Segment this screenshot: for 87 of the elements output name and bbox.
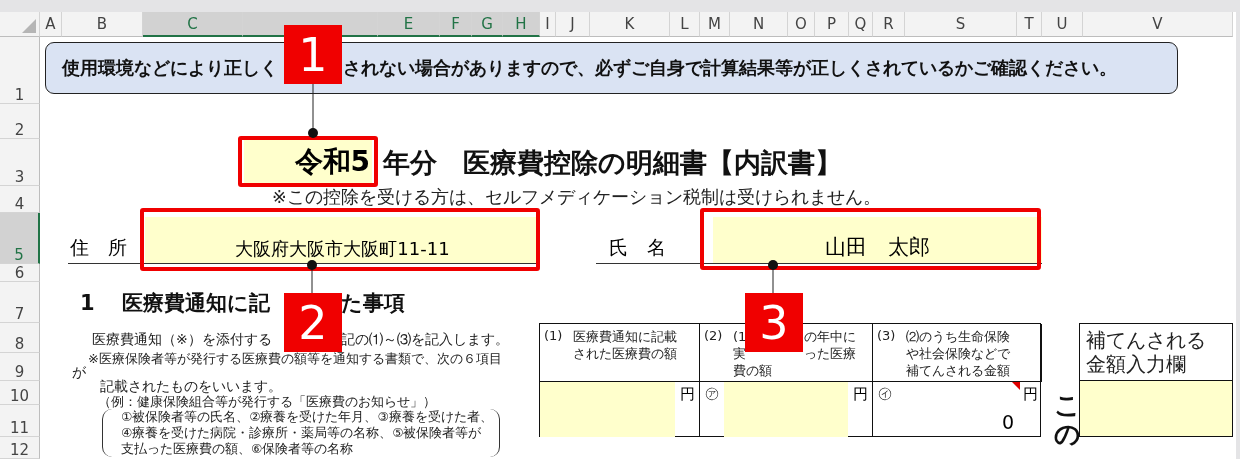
column-header[interactable]: J [556, 12, 590, 37]
notice-text: 使用環境などにより正しく [62, 56, 279, 80]
column-header[interactable]: G [472, 12, 503, 37]
column-header[interactable]: C [143, 12, 243, 37]
supplement-label: 金額入力欄 [1086, 352, 1187, 376]
row-header[interactable]: 10 [0, 381, 40, 405]
column-header[interactable]: K [590, 12, 670, 37]
list-text: ④療養を受けた病院・診療所・薬局等の名称、⑤被保険者等が [121, 425, 483, 441]
column-header[interactable]: L [670, 12, 700, 37]
row-header[interactable]: 12 [0, 437, 40, 459]
heading-number: (3) [877, 328, 897, 345]
row-header[interactable]: 7 [0, 282, 40, 323]
column-header[interactable]: V [1083, 12, 1233, 37]
name-label: 氏 名 [608, 235, 667, 260]
amount-value: 0 [1001, 411, 1014, 433]
item-mark: ㋐ [704, 384, 720, 403]
column-header[interactable]: A [40, 12, 62, 37]
column-header[interactable]: N [730, 12, 788, 37]
corner-triangle-icon [22, 19, 36, 33]
comment-indicator-icon[interactable] [1012, 382, 1020, 390]
note-text: 医療費通知（※）を添付する [92, 331, 273, 349]
column-header[interactable]: T [1017, 12, 1042, 37]
note-text: （例：健康保険組合等が発行する「医療費のお知らせ」） [98, 393, 436, 410]
note-text: が [72, 363, 86, 382]
row-header[interactable]: 6 [0, 264, 40, 282]
leader-line [306, 259, 318, 294]
unit-label: 円 [851, 384, 869, 405]
amount-field[interactable]: 0 [897, 382, 1018, 437]
column-header[interactable]: U [1042, 12, 1083, 37]
column-header[interactable]: E [378, 12, 440, 37]
heading-text: った医療 [804, 345, 856, 362]
heading-number: (1) [544, 328, 564, 345]
heading-text: の年中に [804, 328, 856, 345]
row-header[interactable]: 5 [0, 213, 40, 264]
list-text: ①被保険者等の氏名、②療養を受けた年月、③療養を受けた者、 [121, 409, 494, 425]
column-header[interactable]: Q [849, 12, 873, 37]
column-header[interactable]: R [873, 12, 905, 37]
heading-text: 補てんされる金額 [906, 362, 1010, 379]
column-header[interactable]: B [62, 12, 143, 37]
supplement-field[interactable] [1080, 381, 1232, 436]
unit-label: 円 [678, 384, 696, 405]
vertical-text: この [1054, 391, 1080, 451]
column-header[interactable]: P [815, 12, 849, 37]
row-header[interactable]: 2 [0, 104, 40, 139]
callout-tooltip: 1 [284, 25, 342, 84]
unit-label: 円 [1021, 384, 1039, 405]
amount-field[interactable] [540, 382, 675, 437]
note-text: 記載されたものをいいます。 [100, 378, 282, 395]
heading-text: 費の額 [733, 362, 772, 379]
subtitle-note: ※この控除を受ける方は、セルフメディケーション税制は受けられません。 [271, 187, 881, 208]
heading-text: ⑵のうち生命保険 [906, 328, 1010, 345]
column-header[interactable]: I [540, 12, 556, 37]
row-header[interactable]: 8 [0, 323, 40, 353]
row-header[interactable]: 11 [0, 405, 40, 437]
row-header[interactable]: 1 [0, 37, 40, 104]
amount-field[interactable] [724, 382, 848, 437]
year-suffix: 年分 [383, 145, 437, 180]
heading-text: 実 [733, 345, 747, 362]
callout-tooltip: 3 [745, 293, 803, 352]
column-header[interactable]: H [503, 12, 540, 37]
callout-tooltip: 2 [284, 293, 342, 352]
heading-number: (2) [704, 328, 724, 345]
supplement-label: 補てんされる [1086, 328, 1207, 352]
select-all-corner[interactable] [0, 12, 40, 37]
column-header[interactable]: M [700, 12, 730, 37]
row-header[interactable]: 9 [0, 353, 40, 381]
leader-line [767, 259, 779, 294]
document-title: 医療費控除の明細書【内訳書】 [463, 145, 842, 180]
list-text: 支払った医療費の額、⑥保険者等の名称 [121, 441, 355, 457]
column-header[interactable]: F [440, 12, 472, 37]
address-label: 住 所 [69, 235, 128, 260]
heading-text: 医療費通知に記載 [573, 328, 677, 345]
section-title: 医療費通知に記 [122, 289, 271, 317]
note-text: ※医療保険者等が発行する医療費の額等を通知する書類で、次の６項目 [88, 350, 502, 368]
name-field[interactable]: 山田 太郎 [713, 217, 1042, 263]
heading-text: された医療費の額 [573, 345, 677, 362]
heading-text: (1 [733, 328, 748, 345]
column-header[interactable]: S [905, 12, 1017, 37]
row-header[interactable]: 3 [0, 139, 40, 186]
era-field[interactable]: 令和5 [244, 140, 372, 183]
notice-text: されない場合がありますので、必ずご自身で計算結果等が正しくされているかご確認ください。 [343, 56, 1117, 80]
column-header[interactable]: O [788, 12, 815, 37]
row-header[interactable]: 4 [0, 186, 40, 213]
section-title: た事項 [341, 289, 405, 317]
item-mark: ㋑ [877, 384, 893, 403]
heading-text: や社会保険などで [906, 345, 1010, 362]
section-number: 1 [80, 290, 96, 315]
